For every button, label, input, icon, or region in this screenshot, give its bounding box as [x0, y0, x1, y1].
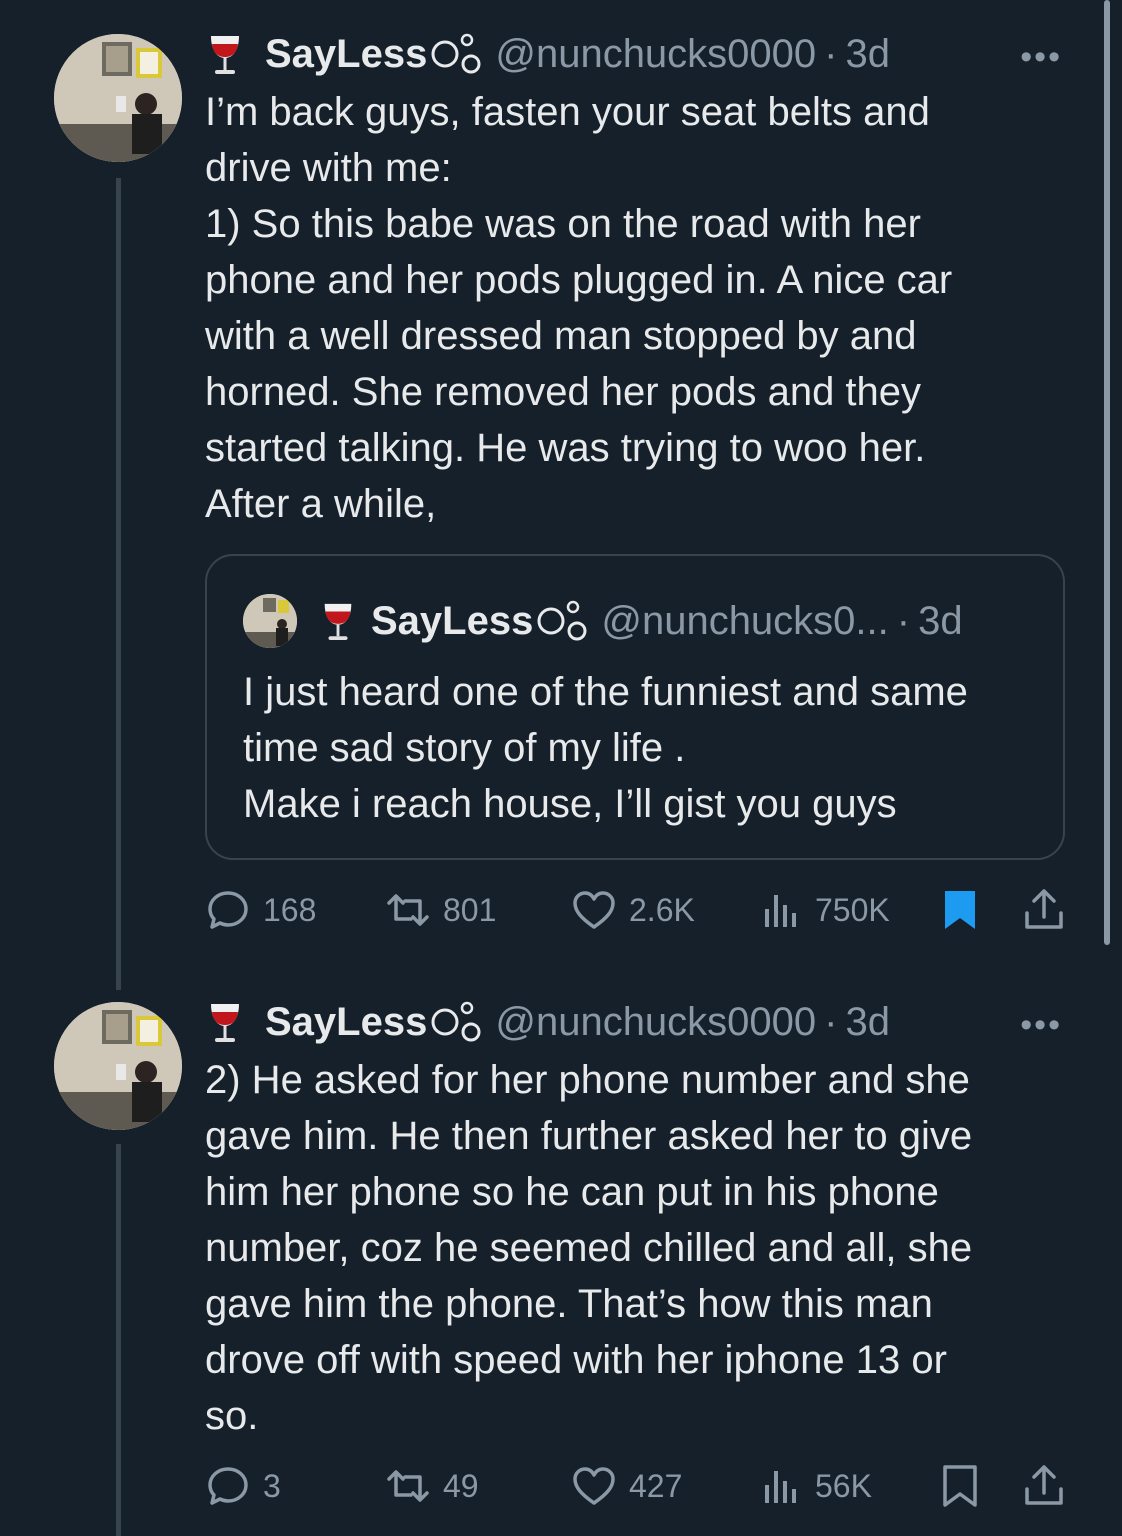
reply-icon — [208, 1467, 248, 1505]
reply-button[interactable]: 3 — [205, 1462, 281, 1510]
separator-dot: · — [824, 31, 838, 76]
bubbles-icon — [431, 33, 481, 74]
tweet-header: SayLess @nunchucks0000 · 3d — [205, 32, 890, 76]
quote-display-name: SayLess — [371, 598, 534, 643]
like-button[interactable]: 427 — [571, 1462, 682, 1510]
retweet-icon — [387, 894, 429, 926]
bookmark-icon — [943, 1465, 977, 1507]
retweet-count: 49 — [443, 1467, 479, 1504]
quote-handle: @nunchucks0... — [601, 598, 889, 643]
like-button[interactable]: 2.6K — [571, 886, 695, 934]
bookmark-button[interactable] — [937, 886, 983, 934]
action-bar: 168 801 2.6K 750K — [205, 886, 1065, 934]
avatar-photo — [54, 34, 182, 162]
bubbles-icon — [537, 600, 587, 641]
bookmark-button[interactable] — [937, 1462, 983, 1510]
action-bar: 3 49 427 56K — [205, 1462, 1065, 1510]
timestamp[interactable]: 3d — [846, 1000, 891, 1045]
views-button[interactable]: 750K — [757, 886, 890, 934]
wine-glass-icon — [324, 603, 352, 640]
wine-glass-icon — [211, 36, 239, 74]
avatar[interactable] — [54, 1002, 182, 1130]
quote-header: SayLess @nunchucks0... · 3d — [319, 598, 963, 644]
display-name[interactable]: SayLess — [265, 1000, 427, 1045]
views-icon — [765, 895, 796, 927]
bookmark-icon — [945, 891, 975, 929]
display-name[interactable]: SayLess — [265, 32, 427, 77]
retweet-button[interactable]: 801 — [385, 886, 496, 934]
share-icon — [1025, 889, 1063, 929]
like-count: 427 — [629, 1467, 683, 1504]
thread-connector — [116, 178, 121, 990]
quote-text: I just heard one of the funniest and sam… — [243, 670, 968, 826]
tweet-header: SayLess @nunchucks0000 · 3d — [205, 1000, 890, 1044]
quoted-tweet[interactable]: SayLess @nunchucks0... · 3d I just heard… — [205, 554, 1065, 860]
share-button[interactable] — [1021, 886, 1067, 934]
view-count: 56K — [815, 1467, 872, 1504]
user-handle[interactable]: @nunchucks0000 — [495, 32, 816, 77]
reply-icon — [208, 891, 248, 929]
thread-connector — [116, 1144, 121, 1536]
like-count: 2.6K — [629, 891, 695, 928]
tweet-text: 2) He asked for her phone number and she… — [205, 1058, 973, 1438]
bubbles-icon — [431, 1001, 481, 1042]
view-count: 750K — [815, 891, 890, 928]
wine-glass-icon — [211, 1004, 239, 1042]
scrollbar[interactable] — [1104, 0, 1110, 945]
more-options-button[interactable]: ••• — [1020, 1006, 1062, 1045]
share-button[interactable] — [1021, 1462, 1067, 1510]
share-icon — [1025, 1465, 1063, 1505]
heart-icon — [573, 1467, 615, 1505]
retweet-icon — [387, 1470, 429, 1502]
quote-timestamp: 3d — [918, 598, 963, 643]
user-handle[interactable]: @nunchucks0000 — [495, 1000, 816, 1045]
separator-dot: · — [824, 999, 838, 1044]
more-options-button[interactable]: ••• — [1020, 38, 1062, 77]
retweet-button[interactable]: 49 — [385, 1462, 479, 1510]
tweet-text: I’m back guys, fasten your seat belts an… — [205, 90, 953, 526]
avatar-photo — [54, 1002, 182, 1130]
reply-count: 3 — [263, 1467, 281, 1504]
views-button[interactable]: 56K — [757, 1462, 872, 1510]
separator-dot: · — [896, 598, 911, 643]
timestamp[interactable]: 3d — [846, 32, 891, 77]
quote-avatar — [243, 594, 297, 648]
reply-button[interactable]: 168 — [205, 886, 316, 934]
reply-count: 168 — [263, 891, 317, 928]
views-icon — [765, 1471, 796, 1503]
avatar[interactable] — [54, 34, 182, 162]
retweet-count: 801 — [443, 891, 497, 928]
heart-icon — [573, 891, 615, 929]
avatar-photo — [243, 594, 297, 648]
